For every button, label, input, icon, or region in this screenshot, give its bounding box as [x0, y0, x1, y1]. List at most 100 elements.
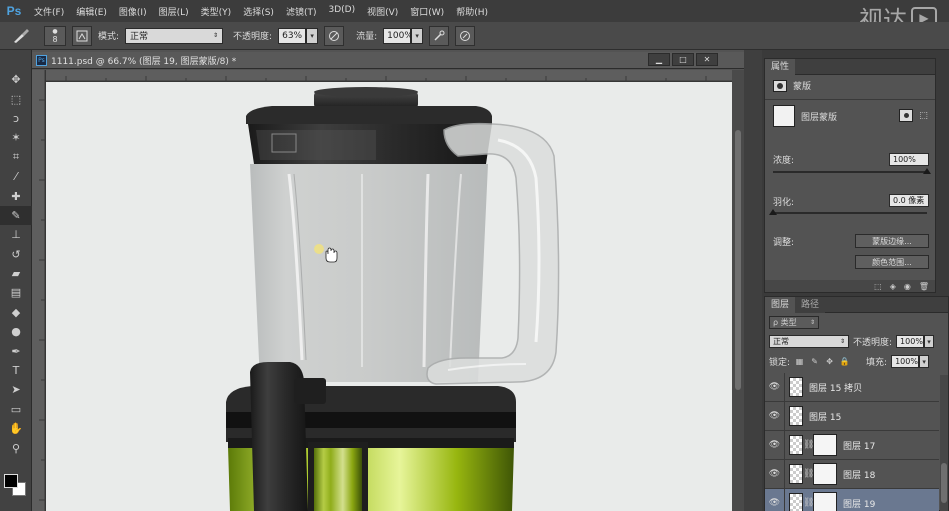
layer-row[interactable]: 👁 图层 15 拷贝: [765, 372, 939, 402]
vector-mask-icon[interactable]: ⬚: [917, 109, 930, 122]
menu-item[interactable]: 帮助(H): [450, 5, 494, 18]
gradient-tool-icon[interactable]: ▤: [0, 283, 32, 302]
dodge-tool-icon[interactable]: ●: [0, 322, 32, 341]
blend-mode-select[interactable]: 正常 ⇕: [769, 335, 849, 348]
menu-item[interactable]: 选择(S): [237, 5, 280, 18]
tab-paths[interactable]: 路径: [795, 296, 826, 313]
pressure-size-icon[interactable]: [455, 25, 476, 46]
select-arrows-icon: ⇕: [213, 32, 219, 39]
layers-scrollbar[interactable]: [940, 375, 948, 511]
brush-size-picker[interactable]: ● 8: [44, 25, 66, 46]
layer-opacity-input[interactable]: 100%: [896, 335, 925, 348]
eraser-tool-icon[interactable]: ▰: [0, 264, 32, 283]
hand-tool-icon[interactable]: ✋: [0, 419, 32, 438]
lock-image-icon[interactable]: ✎: [809, 356, 820, 367]
menu-item[interactable]: 滤镜(T): [280, 5, 323, 18]
menu-item[interactable]: 窗口(W): [404, 5, 450, 18]
layer-opacity-dropdown-icon[interactable]: ▾: [924, 335, 935, 348]
visibility-eye-icon[interactable]: 👁: [765, 401, 785, 431]
close-icon[interactable]: ✕: [696, 53, 718, 66]
menu-item[interactable]: 图层(L): [153, 5, 195, 18]
healing-brush-tool-icon[interactable]: ✚: [0, 186, 32, 205]
delete-mask-icon[interactable]: 🗑: [919, 282, 929, 291]
pressure-opacity-icon[interactable]: [324, 25, 345, 46]
color-swatches[interactable]: [4, 474, 28, 498]
layer-row[interactable]: 👁 图层 15: [765, 401, 939, 431]
layer-row[interactable]: 👁 ⛓ 图层 17: [765, 430, 939, 460]
menu-item[interactable]: 视图(V): [361, 5, 404, 18]
lock-position-icon[interactable]: ✥: [824, 356, 835, 367]
clone-stamp-tool-icon[interactable]: ⊥: [0, 225, 32, 244]
eyedropper-tool-icon[interactable]: ⁄: [0, 167, 32, 186]
lasso-tool-icon[interactable]: ↄ: [0, 109, 32, 128]
magic-wand-tool-icon[interactable]: ✶: [0, 128, 32, 147]
layer-mask-thumbnail[interactable]: [813, 463, 837, 485]
menu-item[interactable]: 图像(I): [113, 5, 153, 18]
feather-slider[interactable]: [769, 209, 927, 215]
density-input[interactable]: 100%: [889, 153, 929, 166]
apply-mask-icon[interactable]: ◈: [890, 282, 896, 291]
crop-tool-icon[interactable]: ⌗: [0, 148, 32, 167]
mode-value: 正常: [130, 32, 149, 42]
maximize-icon[interactable]: □: [672, 53, 694, 66]
path-selection-tool-icon[interactable]: ➤: [0, 380, 32, 399]
disable-mask-icon[interactable]: ◉: [904, 282, 911, 291]
shape-tool-icon[interactable]: ▭: [0, 400, 32, 419]
layer-filter-select[interactable]: ρ 类型 ⇕: [769, 316, 819, 329]
lock-all-icon[interactable]: 🔒: [839, 356, 850, 367]
canvas[interactable]: [46, 82, 732, 511]
move-tool-icon[interactable]: ✥: [0, 70, 32, 89]
flow-input[interactable]: 100%: [383, 27, 413, 44]
minimize-icon[interactable]: ▁: [648, 53, 670, 66]
visibility-eye-icon[interactable]: 👁: [765, 488, 785, 511]
mode-select[interactable]: 正常 ⇕: [125, 27, 224, 44]
zoom-tool-icon[interactable]: ⚲: [0, 438, 32, 457]
document-vertical-scrollbar[interactable]: [732, 70, 744, 511]
mask-link-icon[interactable]: ⛓: [803, 498, 814, 508]
visibility-eye-icon[interactable]: 👁: [765, 430, 785, 460]
load-selection-icon[interactable]: ⬚: [874, 282, 882, 291]
fill-input[interactable]: 100%: [891, 355, 920, 368]
density-slider[interactable]: [773, 168, 931, 174]
tab-layers[interactable]: 图层: [765, 296, 796, 313]
opacity-input[interactable]: 63%: [278, 27, 307, 44]
pen-tool-icon[interactable]: ✒: [0, 341, 32, 360]
brush-tool-preset-icon[interactable]: [6, 26, 38, 46]
layer-name: 图层 19: [843, 499, 876, 510]
density-slider-knob[interactable]: [923, 168, 931, 174]
layer-mask-thumbnail[interactable]: [813, 492, 837, 511]
flow-dropdown-icon[interactable]: ▾: [411, 27, 424, 44]
airbrush-icon[interactable]: [429, 25, 450, 46]
menu-item[interactable]: 类型(Y): [195, 5, 238, 18]
lock-transparency-icon[interactable]: ▦: [794, 356, 805, 367]
menu-item[interactable]: 编辑(E): [70, 5, 113, 18]
layers-scroll-thumb[interactable]: [941, 463, 947, 503]
layer-row[interactable]: 👁 ⛓ 图层 18: [765, 459, 939, 489]
lock-label: 锁定:: [769, 358, 791, 368]
brush-panel-toggle-icon[interactable]: [72, 25, 92, 46]
color-range-button[interactable]: 颜色范围...: [855, 255, 929, 269]
mask-edge-button[interactable]: 蒙版边缘...: [855, 234, 929, 248]
document-tab[interactable]: Ps 1111.psd @ 66.7% (图层 19, 图层蒙版/8) *: [32, 52, 744, 69]
feather-slider-knob[interactable]: [769, 209, 777, 215]
feather-input[interactable]: 0.0 像素: [889, 194, 929, 207]
fill-dropdown-icon[interactable]: ▾: [919, 355, 930, 368]
pixel-mask-icon[interactable]: [899, 109, 913, 122]
visibility-eye-icon[interactable]: 👁: [765, 372, 785, 402]
history-brush-tool-icon[interactable]: ↺: [0, 245, 32, 264]
menu-item[interactable]: 文件(F): [28, 5, 70, 18]
brush-tool-icon[interactable]: ✎: [0, 205, 32, 226]
mask-link-icon[interactable]: ⛓: [803, 469, 814, 479]
layer-row[interactable]: 👁 ⛓ 图层 19: [765, 488, 939, 511]
type-tool-icon[interactable]: T: [0, 361, 32, 380]
marquee-tool-icon[interactable]: ⬚: [0, 89, 32, 108]
foreground-color-swatch[interactable]: [4, 474, 18, 488]
opacity-dropdown-icon[interactable]: ▾: [306, 27, 319, 44]
tab-properties[interactable]: 属性: [765, 58, 796, 75]
document-scroll-thumb[interactable]: [735, 130, 741, 390]
layer-mask-thumbnail[interactable]: [813, 434, 837, 456]
mask-link-icon[interactable]: ⛓: [803, 440, 814, 450]
visibility-eye-icon[interactable]: 👁: [765, 459, 785, 489]
blur-tool-icon[interactable]: ◆: [0, 303, 32, 322]
menu-item[interactable]: 3D(D): [322, 5, 361, 18]
